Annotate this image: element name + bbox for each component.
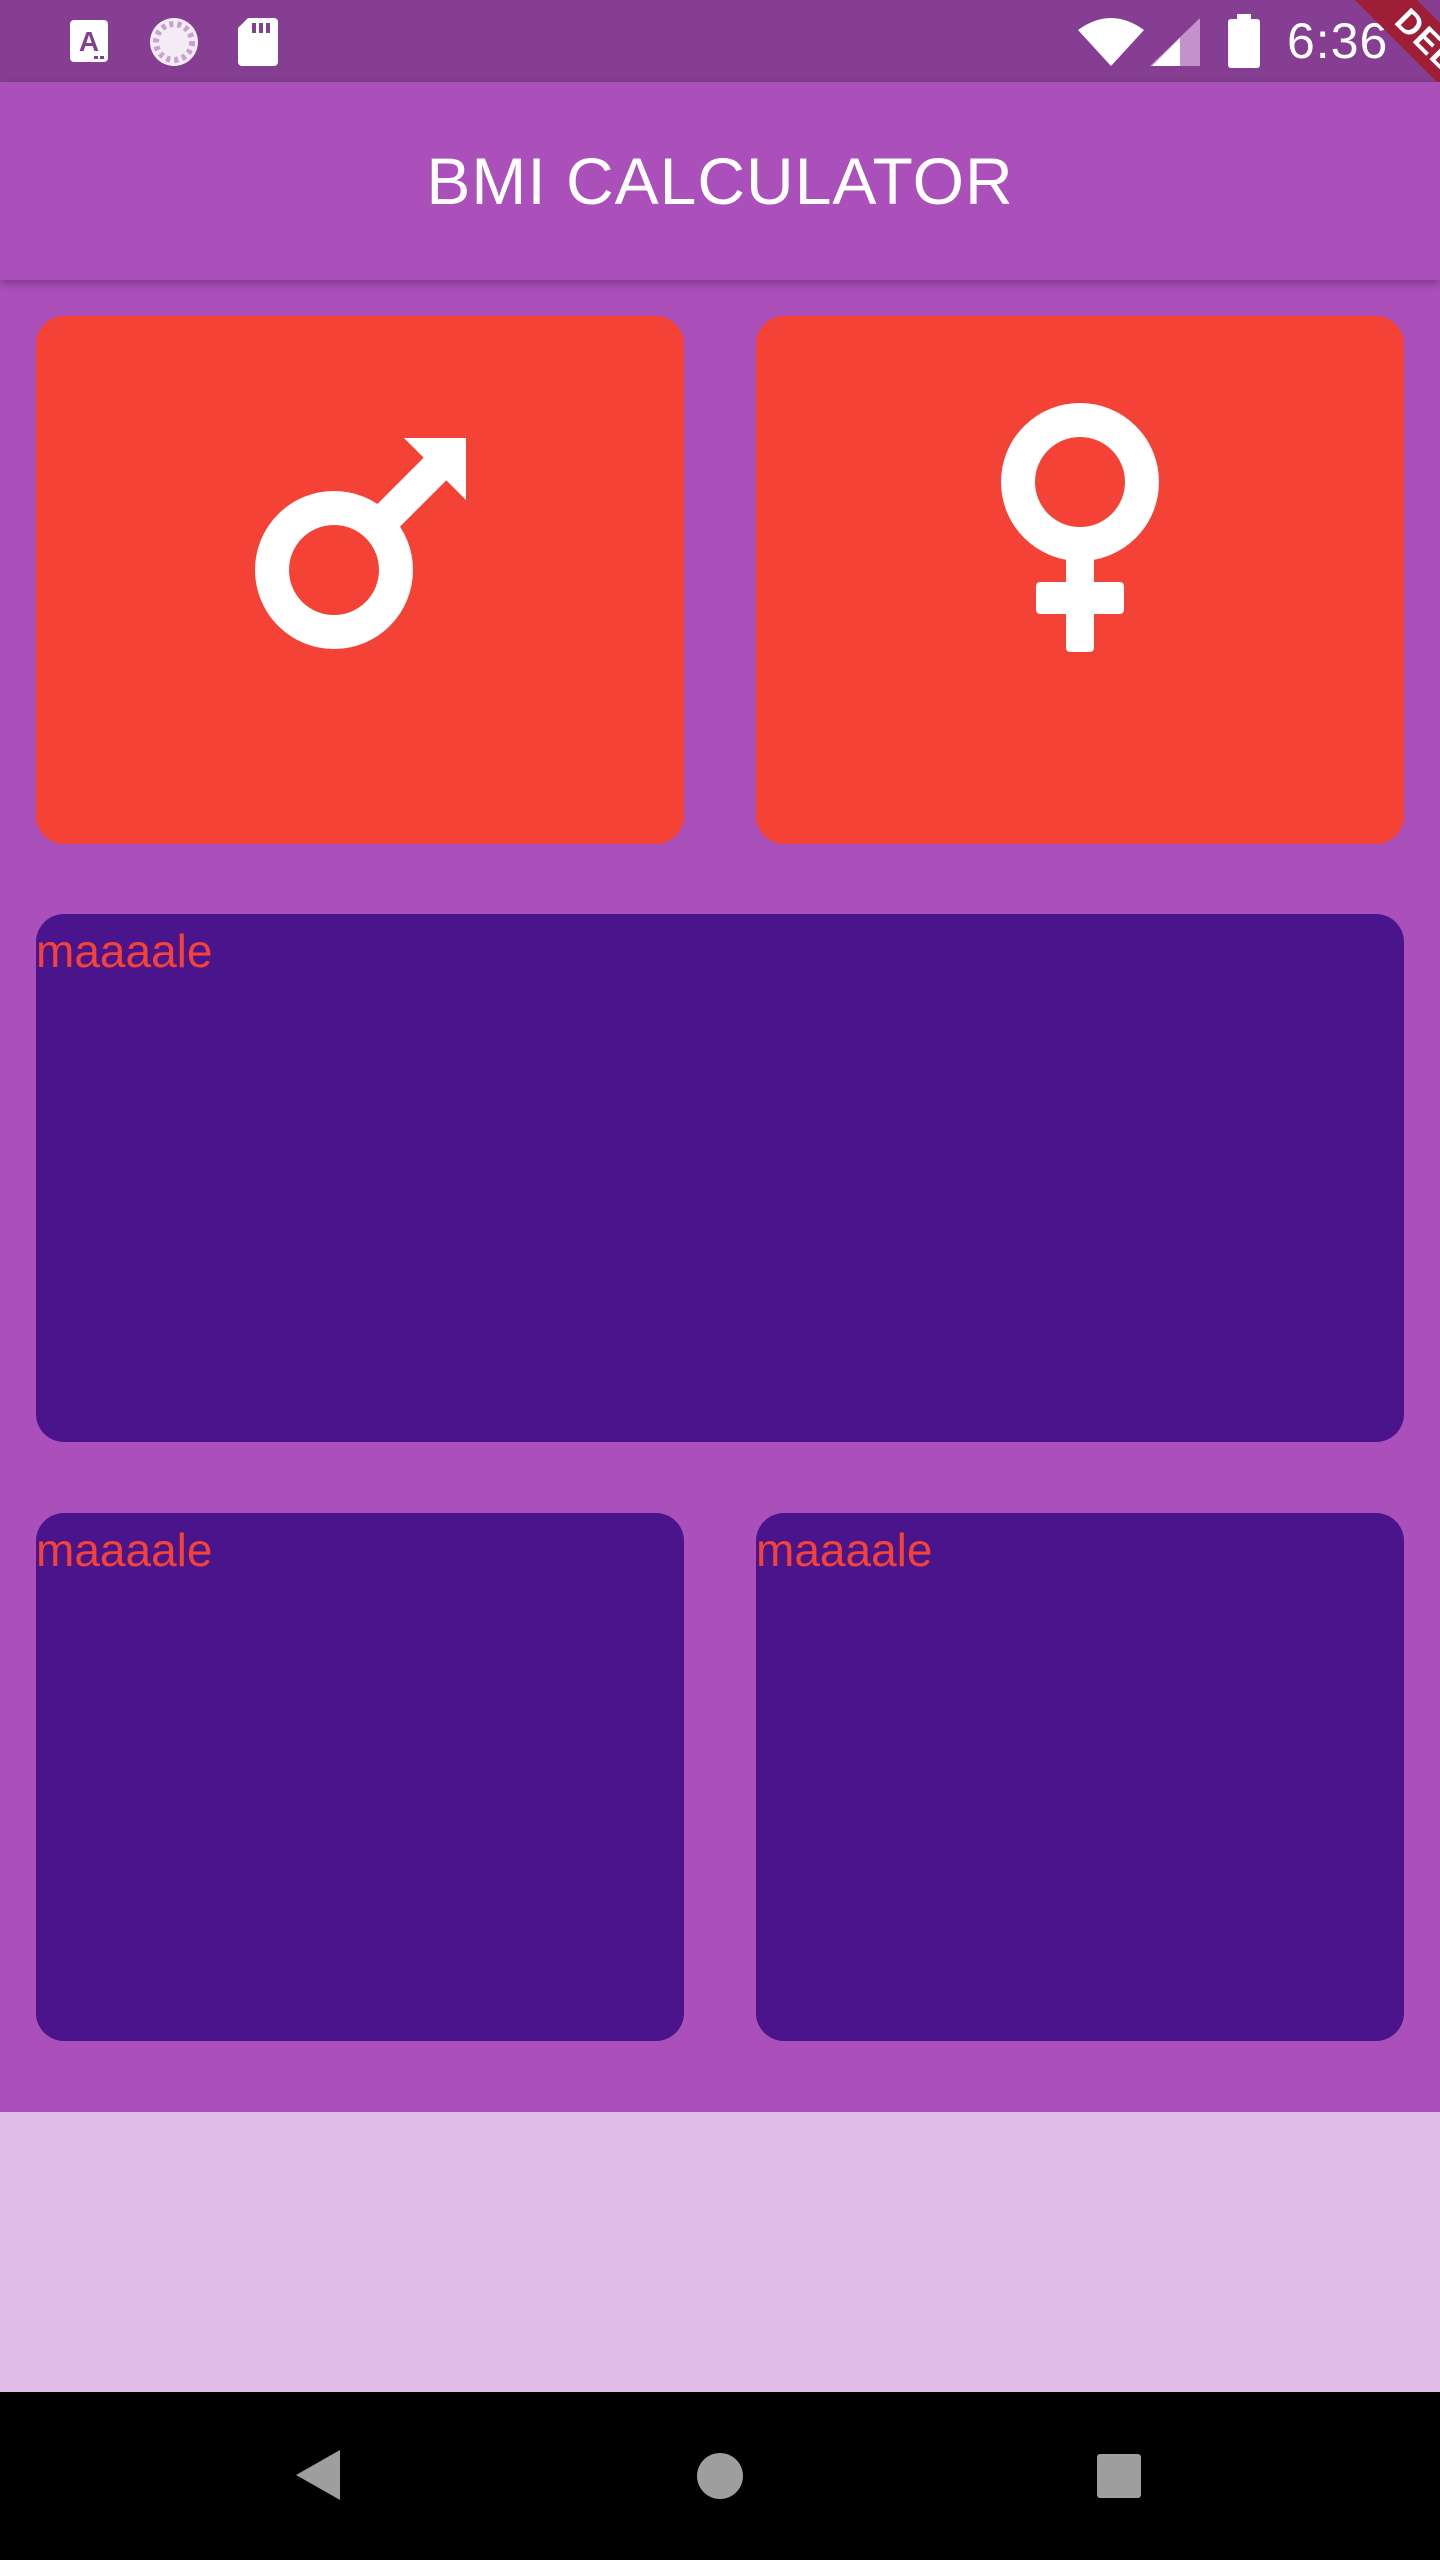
bottom-left-card-label: maaaale — [36, 1524, 213, 1576]
bottom-right-card[interactable]: maaaale — [756, 1513, 1404, 2041]
middle-card-label: maaaale — [36, 925, 213, 977]
back-icon[interactable] — [296, 2450, 340, 2500]
middle-card[interactable]: maaaale — [36, 914, 1404, 1442]
home-icon[interactable] — [696, 2452, 744, 2500]
male-icon — [255, 438, 466, 649]
system-nav-bar — [0, 2392, 1440, 2560]
font-app-icon: A — [70, 20, 108, 62]
page-title: BMI CALCULATOR — [426, 144, 1014, 218]
bottom-container[interactable] — [0, 2112, 1440, 2392]
female-icon — [1001, 403, 1159, 652]
app-bar: BMI CALCULATOR — [0, 82, 1440, 280]
recents-icon[interactable] — [1097, 2454, 1141, 2498]
sd-card-icon — [238, 18, 278, 66]
svg-text:A: A — [79, 26, 99, 57]
battery-icon — [1228, 14, 1260, 68]
wifi-icon — [1078, 18, 1144, 66]
status-time: 6:36 — [1287, 13, 1389, 69]
male-card[interactable] — [36, 316, 684, 844]
female-card[interactable] — [756, 316, 1404, 844]
bottom-right-card-label: maaaale — [756, 1524, 933, 1576]
cell-signal-icon — [1150, 18, 1200, 66]
status-bar: A 6:36 — [0, 0, 1440, 82]
loading-icon — [150, 18, 198, 66]
bottom-left-card[interactable]: maaaale — [36, 1513, 684, 2041]
